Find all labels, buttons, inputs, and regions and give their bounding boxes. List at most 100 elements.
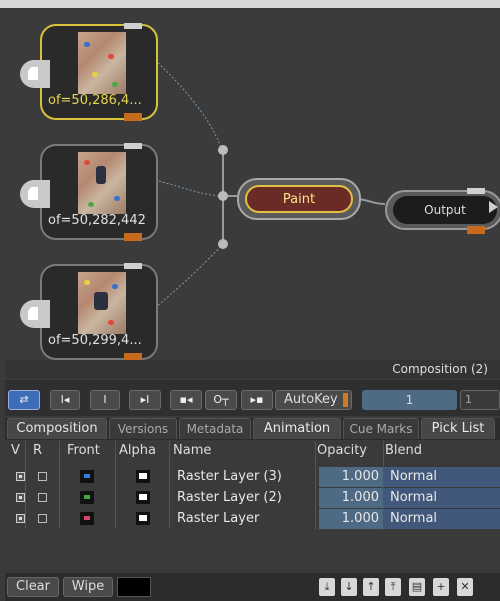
source-node-1-tab[interactable]: [20, 60, 50, 88]
delete-icon[interactable]: ✕: [457, 578, 473, 596]
front-swatch[interactable]: [80, 470, 94, 483]
output-node-input-port[interactable]: [467, 188, 485, 194]
go-start-icon: I◂: [60, 393, 70, 406]
tab-animation[interactable]: Animation: [253, 418, 341, 439]
render-checkbox[interactable]: [38, 514, 47, 523]
render-checkbox[interactable]: [38, 493, 47, 502]
clip-icon: [28, 307, 38, 320]
play-icon[interactable]: [489, 201, 498, 213]
source-node-2-input-port[interactable]: [124, 143, 142, 149]
source-node-3-tab[interactable]: [20, 300, 50, 328]
source-node-2-tab[interactable]: [20, 180, 50, 208]
go-start-button[interactable]: I◂: [50, 390, 80, 410]
tab-metadata[interactable]: Metadata: [179, 418, 251, 439]
move-down-small-icon[interactable]: ↓: [341, 578, 357, 596]
layer-blend[interactable]: Normal: [384, 509, 500, 529]
loop-button[interactable]: ⇄: [8, 390, 40, 410]
layer-name[interactable]: Raster Layer: [177, 509, 259, 529]
visibility-checkbox[interactable]: [16, 472, 25, 481]
panel-tabs: Composition Versions Metadata Animation …: [5, 418, 500, 440]
go-in-button[interactable]: ▸I: [129, 390, 161, 410]
step-back-button[interactable]: ▪◂: [170, 390, 202, 410]
column-opacity[interactable]: Opacity: [317, 441, 367, 461]
autokey-button[interactable]: AutoKey: [275, 390, 352, 410]
alpha-swatch[interactable]: [136, 470, 150, 483]
front-swatch[interactable]: [80, 512, 94, 525]
column-alpha[interactable]: Alpha: [119, 441, 156, 461]
source-node-1-label: of=50,286,4...: [48, 93, 142, 108]
clip-icon: [28, 67, 38, 80]
layer-blend[interactable]: Normal: [384, 488, 500, 508]
window-top-edge: [0, 0, 500, 8]
output-node[interactable]: Output: [385, 188, 500, 234]
node-graph[interactable]: of=50,286,4... of=50,282,442 of=50,299,4…: [5, 8, 500, 361]
move-up-icon[interactable]: ⤒: [385, 578, 401, 596]
composition-bar: Composition (2): [5, 360, 500, 378]
visibility-checkbox[interactable]: [16, 493, 25, 502]
step-forward-button[interactable]: ▸▪: [241, 390, 273, 410]
playback-toolbar: ⇄ I◂ I ▸I ▪◂ O┬ ▸▪ AutoKey 1 1: [5, 380, 500, 416]
key-icon: O┬: [213, 393, 229, 406]
source-node-1[interactable]: of=50,286,4...: [20, 23, 158, 121]
front-swatch[interactable]: [80, 491, 94, 504]
layer-name[interactable]: Raster Layer (2): [177, 488, 282, 508]
source-node-2-label: of=50,282,442: [48, 213, 146, 228]
layer-table: V R Front Alpha Name Opacity Blend Raste…: [5, 441, 500, 571]
paint-node-label: Paint: [245, 185, 353, 213]
autokey-indicator: [343, 393, 348, 407]
source-node-1-output-port[interactable]: [124, 113, 142, 121]
in-point-button[interactable]: I: [90, 390, 120, 410]
frame-field[interactable]: 1: [362, 390, 457, 410]
source-node-3[interactable]: of=50,299,4...: [20, 263, 158, 361]
render-checkbox[interactable]: [38, 472, 47, 481]
layer-table-header: V R Front Alpha Name Opacity Blend: [5, 441, 500, 461]
wipe-button[interactable]: Wipe: [63, 577, 113, 597]
tab-versions[interactable]: Versions: [109, 418, 177, 439]
layer-opacity[interactable]: 1.000: [319, 488, 383, 508]
column-blend[interactable]: Blend: [385, 441, 422, 461]
in-point-icon: I: [103, 393, 107, 406]
table-row[interactable]: Raster Layer 1.000 Normal: [5, 509, 500, 529]
tab-pick-list[interactable]: Pick List: [421, 418, 495, 439]
visibility-checkbox[interactable]: [16, 514, 25, 523]
move-up-small-icon[interactable]: ↑: [363, 578, 379, 596]
column-v[interactable]: V: [11, 441, 20, 461]
move-down-icon[interactable]: ⤓: [319, 578, 335, 596]
source-node-2[interactable]: of=50,282,442: [20, 143, 158, 241]
source-node-1-thumbnail: [78, 32, 126, 94]
autokey-label: AutoKey: [284, 392, 338, 407]
key-button[interactable]: O┬: [205, 390, 237, 410]
layer-opacity[interactable]: 1.000: [319, 509, 383, 529]
source-node-1-input-port[interactable]: [124, 23, 142, 29]
layer-name[interactable]: Raster Layer (3): [177, 467, 282, 487]
clear-button[interactable]: Clear: [7, 577, 59, 597]
step-forward-icon: ▸▪: [250, 393, 264, 406]
new-layer-icon[interactable]: +: [433, 578, 449, 596]
tab-composition[interactable]: Composition: [7, 418, 107, 439]
paint-node[interactable]: Paint: [237, 178, 361, 220]
column-r[interactable]: R: [33, 441, 42, 461]
footer-toolbar: Clear Wipe ⤓ ↓ ↑ ⤒ ▤ + ✕: [5, 573, 500, 601]
output-node-label: Output: [393, 196, 497, 224]
layer-opacity[interactable]: 1.000: [319, 467, 383, 487]
alpha-swatch[interactable]: [136, 491, 150, 504]
wipe-color-swatch[interactable]: [117, 577, 151, 597]
output-node-output-port[interactable]: [467, 226, 485, 234]
step-back-icon: ▪◂: [179, 393, 193, 406]
tab-cue-marks[interactable]: Cue Marks: [343, 418, 419, 439]
source-node-3-thumbnail: [78, 272, 126, 334]
source-node-3-input-port[interactable]: [124, 263, 142, 269]
frame-field-secondary[interactable]: 1: [460, 390, 500, 410]
column-name[interactable]: Name: [173, 441, 211, 461]
source-node-3-label: of=50,299,4...: [48, 333, 142, 348]
table-row[interactable]: Raster Layer (2) 1.000 Normal: [5, 488, 500, 508]
layers-icon[interactable]: ▤: [409, 578, 425, 596]
alpha-swatch[interactable]: [136, 512, 150, 525]
composition-label: Composition (2): [392, 362, 488, 376]
layer-blend[interactable]: Normal: [384, 467, 500, 487]
column-front[interactable]: Front: [67, 441, 100, 461]
clip-icon: [28, 187, 38, 200]
go-in-icon: ▸I: [140, 393, 150, 406]
source-node-2-output-port[interactable]: [124, 233, 142, 241]
table-row[interactable]: Raster Layer (3) 1.000 Normal: [5, 467, 500, 487]
